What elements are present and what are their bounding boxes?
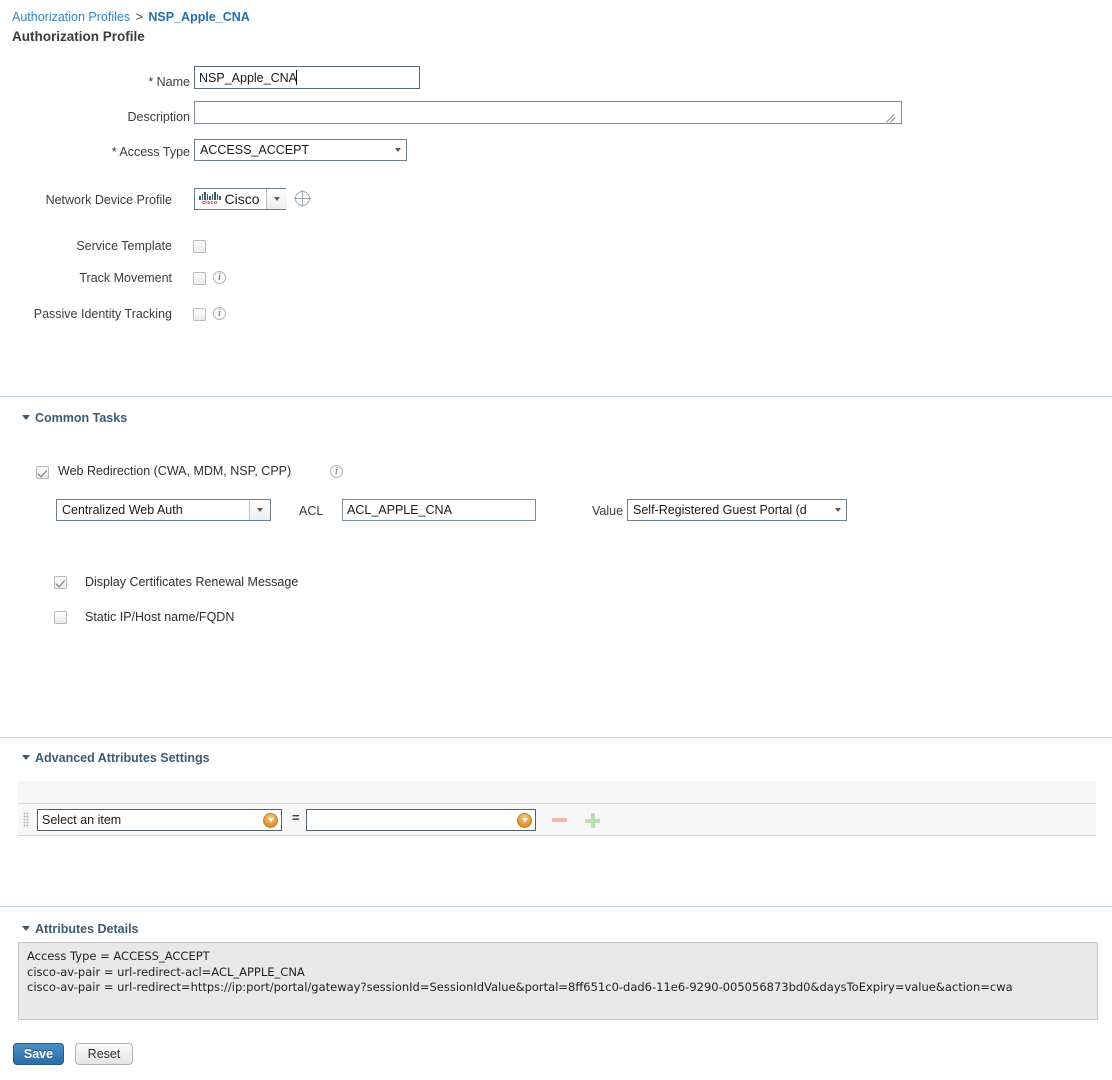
network-device-profile-select[interactable]: cisco Cisco — [194, 188, 287, 210]
advanced-attributes-table-header — [18, 781, 1096, 804]
advanced-attributes-header-label: Advanced Attributes Settings — [35, 751, 210, 765]
advanced-attributes-section-header[interactable]: Advanced Attributes Settings — [22, 751, 210, 765]
chevron-down-circle-icon — [517, 812, 532, 828]
web-redirection-checkbox[interactable] — [36, 466, 49, 479]
common-tasks-header-label: Common Tasks — [35, 411, 128, 425]
service-template-label: Service Template — [76, 239, 172, 253]
caret-down-icon — [22, 755, 30, 760]
chevron-down-icon — [390, 140, 406, 160]
equals-sign: = — [292, 810, 300, 825]
caret-down-icon — [22, 926, 30, 931]
cisco-logo-word: cisco — [201, 200, 218, 206]
chevron-down-icon — [830, 500, 846, 520]
attributes-details-section-header[interactable]: Attributes Details — [22, 922, 139, 936]
info-icon[interactable]: i — [213, 271, 226, 284]
display-certificates-renewal-message-label: Display Certificates Renewal Message — [85, 575, 299, 589]
breadcrumb-separator: > — [135, 10, 143, 24]
value-label: Value — [592, 504, 624, 518]
add-row-icon[interactable] — [585, 813, 600, 828]
passive-identity-tracking-checkbox[interactable] — [193, 308, 206, 321]
name-label: * Name — [148, 75, 190, 89]
service-template-checkbox[interactable] — [193, 240, 206, 253]
web-redirection-type-value: Centralized Web Auth — [62, 503, 183, 517]
network-device-profile-label: Network Device Profile — [45, 193, 172, 207]
common-tasks-section-header[interactable]: Common Tasks — [22, 411, 127, 425]
portal-value-select[interactable]: Self-Registered Guest Portal (d — [627, 499, 847, 521]
acl-input[interactable] — [342, 499, 536, 521]
attribute-select[interactable]: Select an item — [37, 809, 282, 831]
network-device-profile-value: Cisco — [224, 191, 260, 207]
reset-button[interactable]: Reset — [75, 1043, 133, 1065]
save-button[interactable]: Save — [13, 1043, 64, 1065]
passive-identity-tracking-label: Passive Identity Tracking — [33, 307, 172, 321]
breadcrumb-current: NSP_Apple_CNA — [148, 10, 250, 24]
breadcrumb-parent-link[interactable]: Authorization Profiles — [12, 10, 130, 24]
cisco-logo-icon: cisco — [199, 192, 221, 206]
attribute-value-select[interactable] — [306, 809, 536, 831]
breadcrumb: Authorization Profiles > NSP_Apple_CNA — [12, 10, 250, 24]
access-type-value: ACCESS_ACCEPT — [200, 143, 310, 157]
description-label: Description — [127, 110, 190, 124]
track-movement-label: Track Movement — [79, 271, 172, 285]
track-movement-checkbox[interactable] — [193, 272, 206, 285]
static-ip-host-fqdn-label: Static IP/Host name/FQDN — [85, 610, 235, 624]
chevron-down-circle-icon — [263, 812, 278, 828]
text-cursor — [296, 70, 297, 85]
info-icon[interactable]: i — [213, 307, 226, 320]
table-row: Select an item = — [18, 804, 1096, 836]
acl-label: ACL — [299, 504, 324, 518]
chevron-down-icon — [265, 189, 287, 209]
attribute-select-value: Select an item — [42, 813, 122, 827]
caret-down-icon — [22, 415, 30, 420]
drag-handle-icon[interactable] — [23, 812, 29, 828]
add-device-profile-icon[interactable] — [293, 189, 311, 207]
section-divider — [0, 737, 1112, 738]
remove-row-icon[interactable] — [552, 818, 567, 822]
static-ip-host-fqdn-checkbox[interactable] — [54, 611, 67, 624]
portal-value-text: Self-Registered Guest Portal (d — [633, 503, 807, 517]
chevron-down-icon — [249, 500, 270, 520]
section-divider — [0, 906, 1112, 907]
web-redirection-type-select[interactable]: Centralized Web Auth — [56, 499, 271, 521]
info-icon[interactable]: i — [330, 465, 343, 478]
web-redirection-label: Web Redirection (CWA, MDM, NSP, CPP) — [58, 464, 292, 478]
attributes-details-header-label: Attributes Details — [35, 922, 139, 936]
access-type-select[interactable]: ACCESS_ACCEPT — [194, 139, 407, 161]
attributes-details-text: Access Type = ACCESS_ACCEPT cisco-av-pai… — [18, 942, 1098, 1020]
section-divider — [0, 396, 1112, 397]
display-certificates-renewal-message-checkbox[interactable] — [54, 576, 67, 589]
name-input[interactable] — [194, 66, 420, 89]
description-textarea[interactable] — [194, 101, 902, 124]
access-type-label: * Access Type — [111, 145, 190, 159]
page-title: Authorization Profile — [12, 29, 145, 44]
